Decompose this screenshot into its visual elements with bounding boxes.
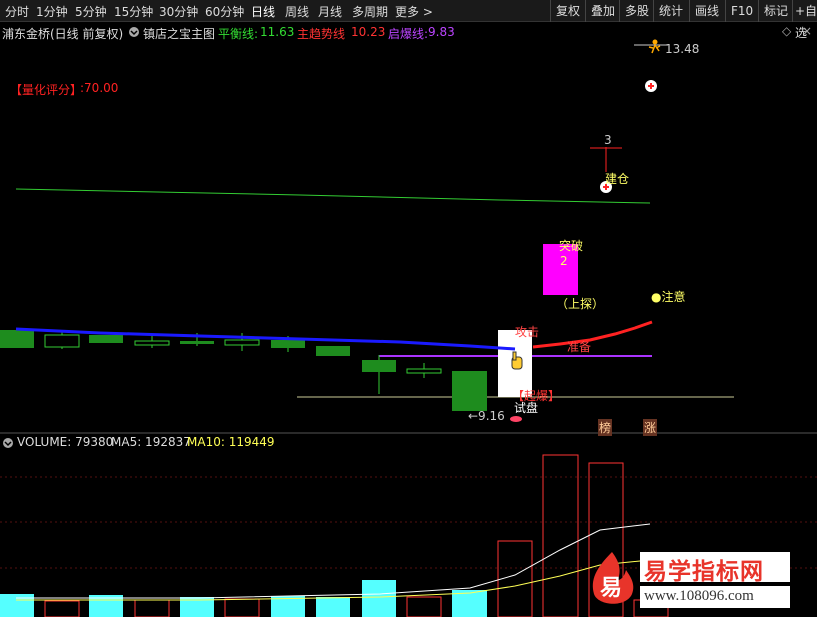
low-marker-oval <box>510 416 522 422</box>
volume-ma10-line <box>16 559 651 601</box>
candle <box>44 334 80 348</box>
candle <box>316 346 350 356</box>
probe-label: （上探） <box>556 297 605 311</box>
trend-line <box>532 320 653 349</box>
volume-ma5-line <box>16 523 651 599</box>
watermark-title: 易学指标网 <box>644 559 764 585</box>
candle <box>406 368 442 374</box>
runner-icon <box>648 39 661 54</box>
candle <box>180 341 214 344</box>
volume-ma10-value: MA10: 119449 <box>187 435 275 449</box>
volume-bar <box>44 600 80 617</box>
candle <box>271 340 305 348</box>
attack-label: 攻击 <box>515 325 540 339</box>
breakthrough-label: 突破 <box>559 239 584 253</box>
trial-label: 试盘 <box>514 401 539 415</box>
count-label: 3 <box>604 133 612 147</box>
plus-circle-icon <box>645 80 657 92</box>
volume-bar <box>316 597 350 617</box>
volume-bar <box>497 540 533 617</box>
watermark-url: www.108096.com <box>644 588 754 604</box>
ranking-badge: 榜 <box>598 419 613 436</box>
watermark-logo-icon: 易 <box>586 550 638 610</box>
watermark-title-bg: 易学指标网 <box>640 552 790 585</box>
candle <box>452 371 487 411</box>
volume-ma5-value: MA5: 192837 <box>111 435 191 449</box>
balance-line <box>15 188 651 204</box>
rise-badge: 涨 <box>643 419 658 436</box>
candle <box>89 335 123 343</box>
volume-bar <box>362 580 396 617</box>
prepare-label: 准备 <box>567 340 592 354</box>
kline-chart <box>0 39 817 617</box>
watermark-url-bg: www.108096.com <box>640 586 790 608</box>
build-position-label: 建仓 <box>605 172 630 186</box>
volume-bar <box>406 596 442 617</box>
volume-value: VOLUME: 79380 <box>17 435 114 449</box>
attention-label: ●注意 <box>651 290 686 304</box>
volume-bar <box>0 594 34 617</box>
volume-bar <box>542 454 579 617</box>
candle <box>0 330 34 348</box>
watermark-logo-char: 易 <box>600 576 623 601</box>
candle <box>134 340 170 346</box>
volume-bar <box>134 599 170 617</box>
candle <box>224 339 260 346</box>
volume-settings-icon[interactable] <box>2 435 14 450</box>
breakthrough-count: 2 <box>560 254 568 268</box>
low-price-label: ←9.16 <box>468 409 505 423</box>
candle <box>362 360 396 372</box>
watermark: 易 易学指标网 www.108096.com <box>580 546 817 617</box>
high-price-label: 13.48 <box>665 42 700 56</box>
volume-bar <box>224 598 260 617</box>
